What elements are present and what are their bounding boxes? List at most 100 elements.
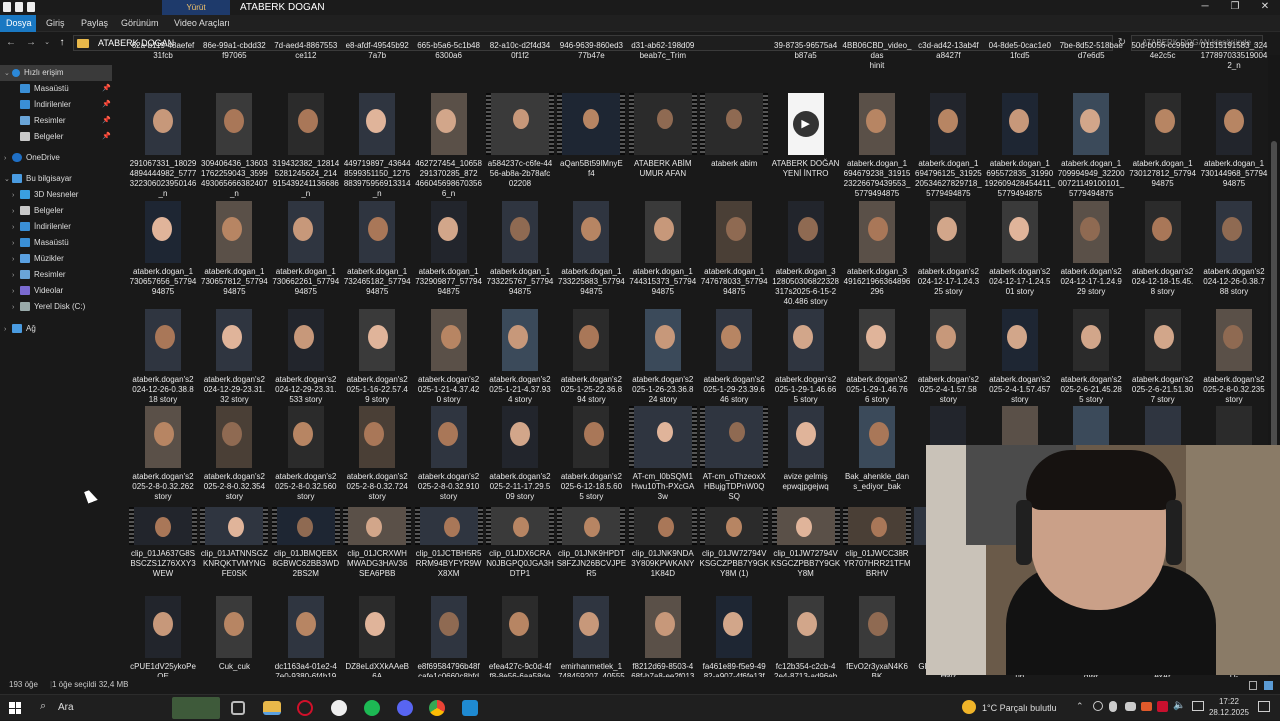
file-item[interactable]: ataberk.dogan's2 024-12-17-1.24.5 01 sto… [984,201,1056,301]
file-item[interactable]: ataberk.dogan's2 024-12-18-15.45. 8 stor… [1127,201,1199,301]
forward-button[interactable]: → [24,36,38,50]
file-item[interactable]: ataberk.dogan_3 128050306822328 317s2025… [770,201,842,306]
minimize-button[interactable]: ─ [1190,0,1220,15]
file-item[interactable]: 309406436_13603 1762259043_3599 49306566… [198,93,270,198]
file-item[interactable]: DZ8eLdXXkAAeB 6A [341,596,413,677]
chevron-right-icon[interactable]: › [12,300,20,316]
file-item[interactable]: clip_01JW72794V KSGCZPBB7Y9GK Y8M (1) [698,507,770,607]
file-item[interactable]: ataberk.dogan_1 730127812_57794 94875 [1127,93,1199,193]
file-item[interactable]: ataberk.dogan_1 694796125_31925 20534627… [912,93,984,198]
sidebar-item-network[interactable]: › Ağ [4,321,36,337]
file-item[interactable]: avize gelmiş epwqjpgejwq [770,406,842,506]
tab-file[interactable]: Dosya [0,15,36,32]
file-item[interactable]: ataberk.dogan's2 025-1-21-4.37.93 4 stor… [484,309,556,409]
clock-date[interactable]: 28.12.2025 [1203,708,1255,717]
file-item[interactable]: ataberk.dogan's2 025-2-6-21.51.30 7 stor… [1127,309,1199,409]
discord-taskbar-icon[interactable] [397,700,413,716]
large-icons-view-icon[interactable] [1264,681,1273,690]
file-item[interactable]: ataberk.dogan's2 024-12-29-23.31. 32 sto… [198,309,270,409]
file-item[interactable]: ataberk.dogan_1 730657656_57794 94875 [127,201,199,301]
new-folder-icon[interactable] [27,2,35,12]
file-item[interactable]: clip_01JATNNSGZ KNRQKTVMYNG FE0SK [198,507,270,607]
tab-home[interactable]: Giriş [40,15,71,32]
file-item[interactable]: fa461e89-f5e9-49 82-a907-4f6fe13f 7bd5 [698,596,770,677]
sidebar-item-desktop[interactable]: Masaüstü 📌 [20,81,117,97]
file-item[interactable]: ataberk.dogan_1 695572835_31990 19260942… [984,93,1056,198]
file-item[interactable]: ataberk.dogan's2 025-2-4-1.57.58 story [912,309,984,409]
file-item[interactable]: ataberk.dogan's2 025-1-29-23.39.6 46 sto… [698,309,770,409]
close-button[interactable]: ✕ [1250,0,1280,15]
chevron-right-icon[interactable]: › [12,204,20,220]
chevron-right-icon[interactable]: › [12,220,20,236]
media-app-taskbar-icon[interactable] [462,700,478,716]
restore-button[interactable]: ❐ [1220,0,1250,15]
sidebar-item-documents[interactable]: Belgeler 📌 [20,129,117,145]
sidebar-item-downloads[interactable]: İndirilenler 📌 [20,97,117,113]
file-item[interactable]: clip_01JDX6CRA N0JBGPQ0JGA3H DTP1 [484,507,556,607]
file-explorer-taskbar-icon[interactable] [263,701,281,715]
file-item[interactable]: 449719897_43644 8599351150_1275 88397595… [341,93,413,198]
file-item[interactable]: ataberk.dogan's2 025-1-21-4.37.42 0 stor… [413,309,485,409]
file-item[interactable]: dc1163a4-01e2-4 7e0-9380-6f4b19 967a30 [270,596,342,677]
file-item[interactable]: ataberk.dogan_1 733225883_57794 94875 [555,201,627,301]
file-item[interactable]: ataberk.dogan_3 491621966364896 296 [841,201,913,301]
chevron-down-icon[interactable]: ⌄ [4,172,12,188]
file-item[interactable]: a584237c-c6fe-44 56-ab8a-2b78afc 02208 [484,93,556,193]
file-item[interactable]: 291067331_18029 4894444982_5777 32230602… [127,93,199,198]
file-item[interactable]: clip_01JCRXWH MWADG3HAV36 SEA6PBB [341,507,413,607]
sidebar-item-pc-pictures[interactable]: › Resimler [12,267,66,283]
chevron-right-icon[interactable]: › [12,268,20,284]
chevron-down-icon[interactable]: ⌄ [4,66,12,82]
file-item[interactable]: f8212d69-8503-4 68f-b7a8-ee2f013 86f57 [627,596,699,677]
file-item[interactable]: ataberk.dogan's2 025-6-12-18.5.60 5 stor… [555,406,627,506]
sidebar-item-videos[interactable]: › Videolar [12,283,63,299]
windows-start-icon[interactable] [9,702,21,714]
file-item[interactable]: Bak_ahenkle_dan s_ediyor_bak [841,406,913,506]
sidebar-item-onedrive[interactable]: › OneDrive [4,150,60,166]
save-icon[interactable] [3,2,11,12]
weather-text[interactable]: 1°C Parçalı bulutlu [982,703,1057,713]
microphone-icon[interactable] [1109,701,1117,712]
file-item[interactable]: emirhanmetlek_1 748459207_40555 6509 [555,596,627,677]
file-item[interactable]: e8f69584796b48f cafe1c0660c8bfd 13 [413,596,485,677]
file-item[interactable]: fc12b354-c2cb-4 2e4-8713-ad96eb 64d99d [770,596,842,677]
file-item[interactable]: fEvO2r3yxaN4K6 BK [841,596,913,677]
file-item[interactable]: 462727454_10658 291370285_872 4660456986… [413,93,485,198]
spotify-taskbar-icon[interactable] [364,700,380,716]
file-item[interactable]: aQan5Bt59lMnyE f4 [555,93,627,193]
file-item[interactable]: ataberk.dogan's2 025-2-8-0.32.235 story [1198,309,1268,409]
file-item[interactable]: ataberk.dogan's2 025-2-8-0.32.724 story [341,406,413,506]
file-item[interactable]: ataberk.dogan_1 747678033_57794 94875 [698,201,770,301]
sidebar-item-music[interactable]: › Müzikler [12,251,64,267]
file-item[interactable]: ataberk.dogan's2 025-2-6-21.45.28 5 stor… [1055,309,1127,409]
chevron-right-icon[interactable]: › [12,284,20,300]
sidebar-item-3d-objects[interactable]: › 3D Nesneler [12,187,78,203]
sidebar-item-pc-documents[interactable]: › Belgeler [12,203,63,219]
file-item[interactable]: ATABERK ABİM UMUR AFAN [627,93,699,193]
tray-app-icon-2[interactable] [1141,702,1152,711]
file-item[interactable]: ataberk.dogan's2 025-2-8-0.32.560 story [270,406,342,506]
sidebar-item-local-disk[interactable]: › Yerel Disk (C:) [12,299,85,315]
task-view-icon[interactable] [231,701,245,715]
file-item[interactable]: ataberk.dogan's2 024-12-17-1.24.3 25 sto… [912,201,984,301]
file-item[interactable]: ataberk.dogan_1 744315373_57794 94875 [627,201,699,301]
opera-taskbar-icon[interactable] [297,700,313,716]
file-item[interactable]: AT-cm_l0bSQM1 Hwu10Th-PXcGA 3w [627,406,699,506]
chevron-right-icon[interactable]: › [12,252,20,268]
tray-app-icon[interactable] [1093,701,1103,711]
chevron-right-icon[interactable]: › [4,322,12,338]
file-item[interactable]: ataberk.dogan_1 694679238_31915 23226679… [841,93,913,198]
file-item[interactable]: ataberk.dogan's2 025-1-26-23.36.8 24 sto… [627,309,699,409]
file-item[interactable]: ataberk.dogan_1 732909877_57794 94875 [413,201,485,301]
file-item[interactable]: ataberk.dogan's2 025-1-29-1.46.66 5 stor… [770,309,842,409]
file-item[interactable]: ataberk.dogan_1 733225767_57794 94875 [484,201,556,301]
controller-icon[interactable] [1125,702,1136,711]
obs-taskbar-icon[interactable] [331,700,347,716]
notification-icon[interactable] [1258,701,1270,712]
file-item[interactable]: ataberk.dogan_1 709994949_32200 00721149… [1055,93,1127,198]
file-item[interactable]: ataberk.dogan's2 024-12-29-23.31. 533 st… [270,309,342,409]
file-item[interactable]: ataberk.dogan's2 024-12-26-0.38.8 18 sto… [127,309,199,409]
sidebar-item-pc-desktop[interactable]: › Masaüstü [12,235,69,251]
file-item[interactable]: clip_01JWCC38R YR707HRR21TFM BRHV [841,507,913,607]
chevron-right-icon[interactable]: › [12,236,20,252]
